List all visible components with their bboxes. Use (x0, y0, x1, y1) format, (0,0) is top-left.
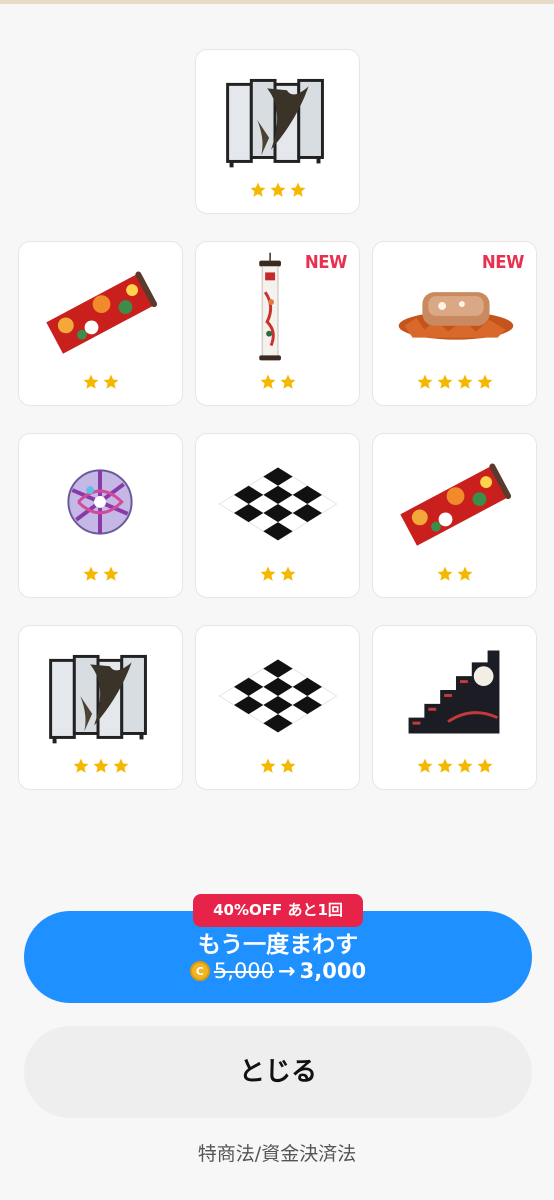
star-icon (280, 374, 295, 389)
respin-label: もう一度まわす (197, 932, 359, 958)
item-card-folding-screen[interactable] (18, 625, 183, 790)
star-icon (280, 758, 295, 773)
star-icon (260, 566, 275, 581)
top-strip (0, 0, 554, 4)
rarity-stars (373, 565, 536, 583)
rarity-stars (373, 373, 536, 391)
checkered-floor-icon (218, 467, 338, 541)
item-card-checkered-floor[interactable] (195, 625, 360, 790)
star-icon (73, 758, 88, 773)
star-icon (83, 374, 98, 389)
item-card-floral-rug[interactable] (18, 241, 183, 406)
new-badge: NEW (482, 252, 525, 273)
star-icon (477, 374, 492, 389)
new-price: 3,000 (299, 959, 367, 983)
star-icon (83, 566, 98, 581)
rarity-stars (196, 181, 359, 199)
new-badge: NEW (305, 252, 348, 273)
close-button[interactable]: とじる (24, 1026, 532, 1118)
star-icon (260, 758, 275, 773)
star-icon (270, 182, 285, 197)
folding-screen-icon (226, 78, 324, 168)
old-price: 5,000 (213, 959, 275, 983)
rarity-stars (19, 373, 182, 391)
star-icon (290, 182, 305, 197)
star-icon (260, 374, 275, 389)
star-icon (457, 374, 472, 389)
rarity-stars (196, 373, 359, 391)
star-icon (103, 566, 118, 581)
floral-rug-icon (400, 463, 512, 546)
item-card-autumn-leaf-sofa[interactable]: NEW (372, 241, 537, 406)
star-icon (457, 758, 472, 773)
star-icon (93, 758, 108, 773)
star-icon (417, 758, 432, 773)
item-card-floral-rug[interactable] (372, 433, 537, 598)
item-card-hanging-scroll[interactable]: NEW (195, 241, 360, 406)
checkered-floor-icon (218, 659, 338, 733)
coin-icon: C (189, 961, 210, 981)
item-card-temari-ball[interactable] (18, 433, 183, 598)
star-icon (250, 182, 265, 197)
rarity-stars (373, 757, 536, 775)
star-icon (457, 566, 472, 581)
rarity-stars (196, 757, 359, 775)
rarity-stars (196, 565, 359, 583)
discount-badge: 40%OFF あと1回 (193, 894, 363, 927)
star-icon (437, 374, 452, 389)
floral-rug-icon (46, 271, 158, 354)
star-icon (113, 758, 128, 773)
item-card-folding-screen[interactable] (195, 49, 360, 214)
star-icon (280, 566, 295, 581)
rarity-stars (19, 757, 182, 775)
temari-ball-icon (67, 469, 133, 535)
item-card-step-chest[interactable] (372, 625, 537, 790)
step-chest-icon (408, 650, 500, 734)
star-icon (437, 758, 452, 773)
respin-price: C 5,000 → 3,000 (24, 959, 532, 983)
star-icon (103, 374, 118, 389)
legal-link[interactable]: 特商法/資金決済法 (0, 1139, 554, 1166)
item-card-checkered-floor[interactable] (195, 433, 360, 598)
star-icon (417, 374, 432, 389)
star-icon (477, 758, 492, 773)
rarity-stars (19, 565, 182, 583)
folding-screen-icon (49, 654, 147, 744)
price-arrow: → (278, 959, 296, 983)
star-icon (437, 566, 452, 581)
